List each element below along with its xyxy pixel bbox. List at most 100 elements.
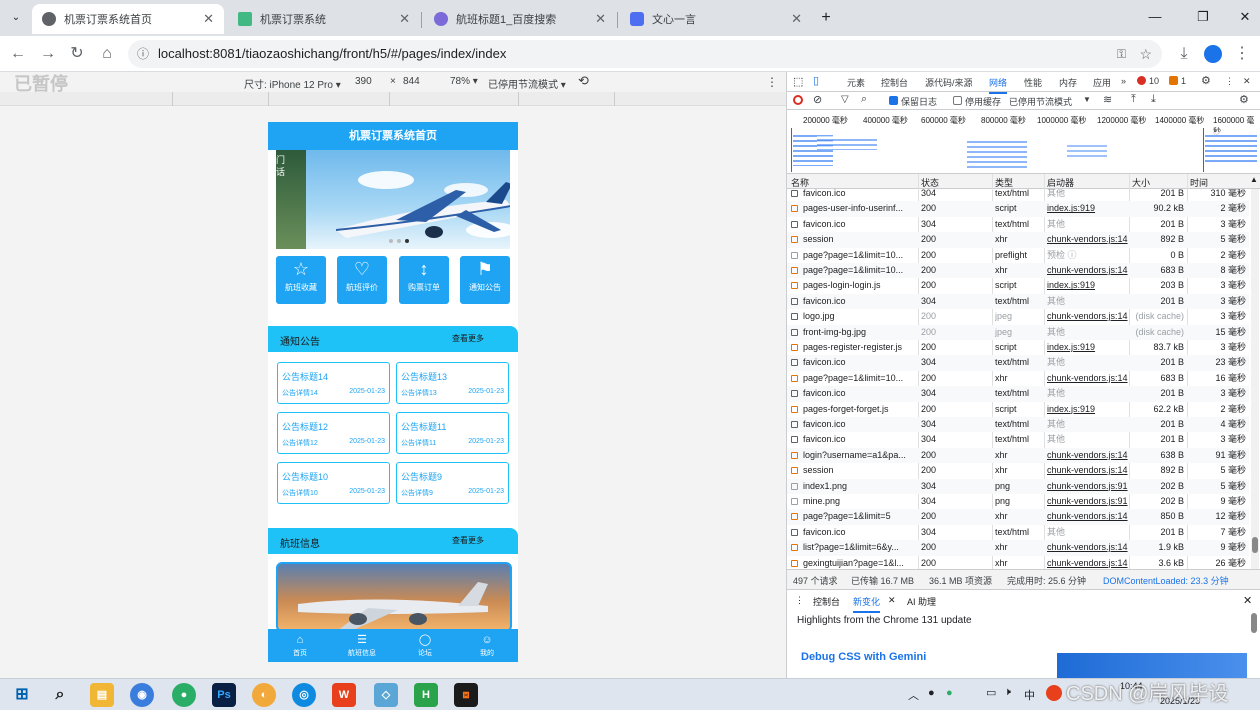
warning-count[interactable]: 1 bbox=[1181, 76, 1186, 86]
drawer-tab-ai[interactable]: AI 助理 bbox=[907, 595, 936, 608]
scrollbar-thumb[interactable] bbox=[1252, 537, 1258, 553]
notice-card[interactable]: 公告标题13 公告详情13 2025-01-23 bbox=[396, 362, 509, 404]
device-toggle-icon[interactable]: ▯ bbox=[813, 74, 819, 87]
mic-icon[interactable]: ● bbox=[928, 687, 935, 699]
reload-icon[interactable]: ↻ bbox=[65, 42, 89, 66]
network-row[interactable]: mine.png 304 png chunk-vendors.js:91 202 B 9 … bbox=[787, 494, 1249, 509]
network-row[interactable]: pages-forget-forget.js 200 script index.js:… bbox=[787, 402, 1249, 417]
tray-chevron-icon[interactable]: ︿ bbox=[908, 687, 919, 703]
profile-avatar[interactable] bbox=[1204, 45, 1222, 63]
idea-icon[interactable]: ⧈ bbox=[454, 683, 478, 707]
hbuilder-icon[interactable]: H bbox=[414, 683, 438, 707]
network-row[interactable]: list?page=1&limit=6&y... 200 xhr chunk-vend… bbox=[787, 540, 1249, 556]
network-row[interactable]: session 200 xhr chunk-vendors.js:14 892 B 5 毫… bbox=[787, 232, 1249, 248]
col-name[interactable]: 名称 bbox=[791, 176, 809, 189]
ime-indicator[interactable]: 中 bbox=[1024, 687, 1035, 703]
more-options-icon[interactable]: ⋮ bbox=[766, 75, 778, 89]
app-icon[interactable]: ◐ bbox=[252, 683, 276, 707]
network-row[interactable]: favicon.ico 304 text/html 其他 201 B 310 毫秒 bbox=[787, 189, 1249, 201]
devtools-tab-performance[interactable]: 性能 bbox=[1024, 76, 1042, 89]
close-icon[interactable]: ✕ bbox=[203, 11, 214, 27]
disable-cache-checkbox[interactable] bbox=[953, 96, 962, 105]
devtools-tab-console[interactable]: 控制台 bbox=[881, 76, 908, 89]
feature-flight-favorites[interactable]: ☆ 航班收藏 bbox=[276, 256, 326, 304]
view-more-link[interactable]: 查看更多 bbox=[452, 333, 484, 344]
network-row[interactable]: pages-login-login.js 200 script index.js:91… bbox=[787, 278, 1249, 293]
address-bar[interactable]: ⓘ localhost:8081/tiaozaoshichang/front/h… bbox=[128, 40, 1162, 68]
network-row[interactable]: favicon.ico 304 text/html 其他 201 B 4 毫秒 bbox=[787, 417, 1249, 433]
carousel-dot[interactable] bbox=[389, 239, 393, 243]
tab-home[interactable]: ⌂ 首页 bbox=[280, 632, 320, 658]
device-height[interactable]: 844 bbox=[403, 76, 420, 87]
start-icon[interactable]: ⊞ bbox=[10, 683, 34, 707]
chrome-icon[interactable]: ◉ bbox=[130, 683, 154, 707]
wechat-icon[interactable]: ● bbox=[172, 683, 196, 707]
notice-card[interactable]: 公告标题12 公告详情12 2025-01-23 bbox=[277, 412, 390, 454]
tab-flights[interactable]: ☰ 航班信息 bbox=[342, 632, 382, 658]
error-count[interactable]: 10 bbox=[1149, 76, 1159, 86]
device-select[interactable]: 尺寸: iPhone 12 Pro ▾ bbox=[244, 76, 341, 91]
network-row[interactable]: favicon.ico 304 text/html 其他 201 B 3 毫秒 bbox=[787, 293, 1249, 310]
network-row[interactable]: gexingtuijian?page=1&l... 200 xhr chunk-ven… bbox=[787, 556, 1249, 569]
carousel-dot-active[interactable] bbox=[405, 239, 409, 243]
window-close-icon[interactable]: ✕ bbox=[1230, 6, 1260, 28]
view-more-link[interactable]: 查看更多 bbox=[452, 535, 484, 546]
record-icon[interactable] bbox=[793, 95, 803, 105]
network-row[interactable]: pages-register-register.js 200 script index… bbox=[787, 340, 1249, 355]
import-icon[interactable]: ⤒ bbox=[1131, 93, 1136, 106]
notice-card[interactable]: 公告标题9 公告详情9 2025-01-23 bbox=[396, 462, 509, 504]
close-icon[interactable]: ✕ bbox=[399, 11, 410, 27]
col-status[interactable]: 状态 bbox=[921, 176, 939, 189]
devtools-tab-application[interactable]: 应用 bbox=[1093, 76, 1111, 89]
browser-tab-yiyan[interactable]: 文心一言 ✕ bbox=[620, 4, 812, 34]
feature-ticket-orders[interactable]: ↕ 购票订单 bbox=[399, 256, 449, 304]
error-icon[interactable] bbox=[1137, 76, 1146, 85]
browser-tab-home[interactable]: 机票订票系统首页 ✕ bbox=[32, 4, 224, 34]
key-icon[interactable]: ⚿ bbox=[1117, 40, 1126, 68]
col-initiator[interactable]: 启动器 bbox=[1047, 176, 1074, 189]
throttle-dropdown[interactable]: 已停用节流模式 bbox=[1009, 95, 1072, 108]
clear-icon[interactable]: ⊘ bbox=[813, 93, 822, 106]
scrollbar[interactable] bbox=[1251, 189, 1259, 569]
bookmark-star-icon[interactable]: ☆ bbox=[1139, 40, 1152, 68]
inspect-icon[interactable]: ⬚ bbox=[793, 75, 803, 88]
devtools-tab-elements[interactable]: 元素 bbox=[847, 76, 865, 89]
download-icon[interactable]: ⤓ bbox=[1172, 42, 1196, 66]
search-icon[interactable]: ⌕ bbox=[48, 683, 72, 707]
network-row[interactable]: login?username=a1&pa... 200 xhr chunk-vendo… bbox=[787, 447, 1249, 464]
notice-card[interactable]: 公告标题14 公告详情14 2025-01-23 bbox=[277, 362, 390, 404]
network-row[interactable]: favicon.ico 304 text/html 其他 201 B 23 毫秒 bbox=[787, 355, 1249, 371]
chevron-down-icon[interactable]: ▼ bbox=[1083, 95, 1091, 104]
tab-mine[interactable]: ☺ 我的 bbox=[467, 632, 507, 658]
network-row[interactable]: pages-user-info-userinf... 200 script index… bbox=[787, 201, 1249, 217]
close-icon[interactable]: ✕ bbox=[791, 11, 802, 27]
devtools-tab-sources[interactable]: 源代码/来源 bbox=[925, 76, 973, 89]
zoom-select[interactable]: 78% ▾ bbox=[450, 76, 478, 87]
more-tabs-icon[interactable]: » bbox=[1121, 76, 1126, 86]
feature-flight-reviews[interactable]: ♡ 航班评价 bbox=[337, 256, 387, 304]
network-row[interactable]: logo.jpg 200 jpeg chunk-vendors.js:14 (disk … bbox=[787, 309, 1249, 324]
new-tab-button[interactable]: + bbox=[816, 8, 836, 28]
sort-arrow-icon[interactable]: ▲ bbox=[1250, 175, 1258, 184]
network-row[interactable]: page?page=1&limit=10... 200 xhr chunk-vendo… bbox=[787, 263, 1249, 279]
csdn-tray-icon[interactable] bbox=[1046, 685, 1062, 701]
rotate-icon[interactable]: ⟲ bbox=[578, 73, 589, 89]
drawer-tab-console[interactable]: 控制台 bbox=[813, 595, 840, 608]
network-row[interactable]: session 200 xhr chunk-vendors.js:14 892 B 5 毫… bbox=[787, 463, 1249, 478]
close-icon[interactable]: ✕ bbox=[888, 595, 896, 606]
home-icon[interactable]: ⌂ bbox=[95, 42, 119, 66]
col-time[interactable]: 时间 bbox=[1190, 176, 1208, 189]
edge-icon[interactable]: ◎ bbox=[292, 683, 316, 707]
wifi-icon[interactable]: ≋ bbox=[1103, 93, 1112, 106]
browser-tab-baidu[interactable]: 航班标题1_百度搜索 ✕ bbox=[424, 4, 616, 34]
flight-image[interactable] bbox=[276, 562, 512, 632]
site-info-icon[interactable]: ⓘ bbox=[137, 40, 149, 68]
devtools-close-icon[interactable]: ✕ bbox=[1243, 76, 1251, 87]
notice-card[interactable]: 公告标题11 公告详情11 2025-01-23 bbox=[396, 412, 509, 454]
tab-forum[interactable]: ◯ 论坛 bbox=[405, 632, 445, 658]
file-explorer-icon[interactable]: ▤ bbox=[90, 683, 114, 707]
network-icon[interactable]: ▭ bbox=[986, 686, 996, 699]
throttle-select[interactable]: 已停用节流模式 ▾ bbox=[488, 76, 566, 91]
network-row[interactable]: front-img-bg.jpg 200 jpeg 其他 (disk cache) 15 … bbox=[787, 324, 1249, 340]
feature-notices[interactable]: ⚑ 通知公告 bbox=[460, 256, 510, 304]
